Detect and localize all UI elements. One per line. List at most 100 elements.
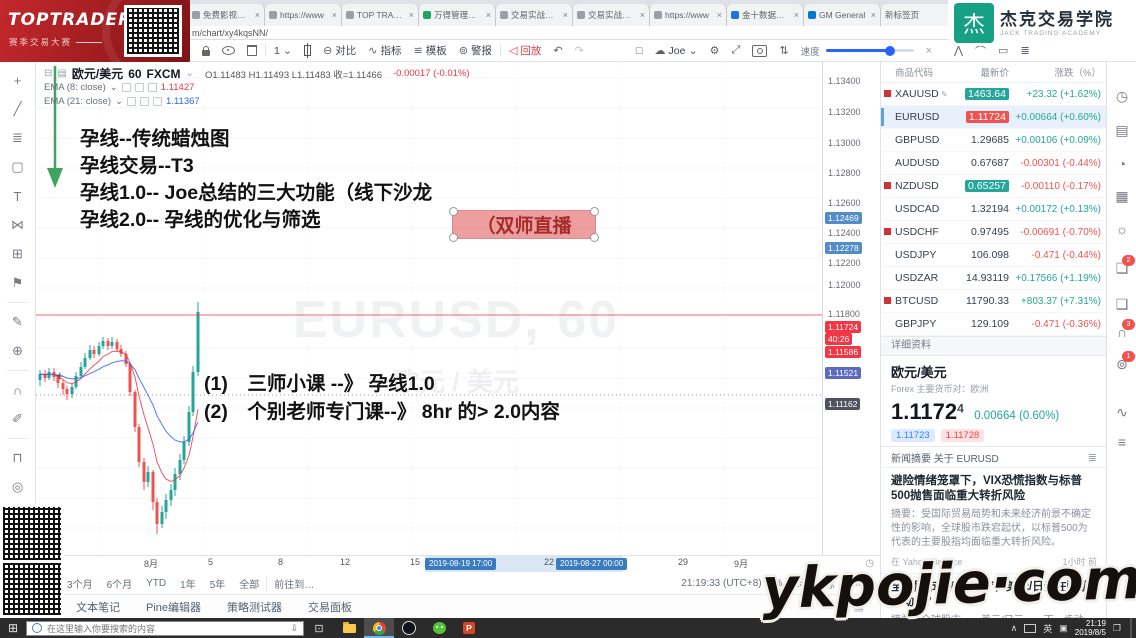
tool-lock-open[interactable]: ⊓ <box>6 448 30 468</box>
chart-line-icon[interactable]: ∿ <box>1107 404 1136 421</box>
ema-close-icon[interactable] <box>148 83 157 92</box>
tool-text[interactable]: T <box>6 186 30 206</box>
tab-close-icon[interactable]: × <box>486 10 491 20</box>
replay-speed-control[interactable]: 速度× <box>801 44 932 58</box>
watchlist-row[interactable]: NZDUSD0.65257-0.00110 (-0.17%) <box>881 175 1107 198</box>
notification-center-icon[interactable]: ❒ <box>1113 623 1121 634</box>
speed-slider[interactable] <box>826 49 914 52</box>
watchlist-row[interactable]: USDZAR14.93119+0.17566 (+1.19%) <box>881 267 1107 290</box>
ema8-legend[interactable]: EMA (8: close) ⌄ 1.11427 <box>44 82 194 93</box>
chart-style-button[interactable] <box>298 41 317 61</box>
indicators-button[interactable]: ∿指标 <box>362 41 407 61</box>
tab-close-icon[interactable]: × <box>871 10 876 20</box>
ideas-icon[interactable]: ☼ <box>1107 221 1136 237</box>
interval-value[interactable]: 60 <box>128 67 141 81</box>
range-button[interactable]: YTD <box>139 578 173 589</box>
watchlist-row[interactable]: GBPJPY129.109-0.471 (-0.36%) <box>881 313 1107 336</box>
ema-eye-icon[interactable] <box>127 97 136 106</box>
tab-close-icon[interactable]: × <box>640 10 645 20</box>
tool-hide[interactable]: ◎ <box>6 477 30 497</box>
wechat-button[interactable] <box>424 618 454 638</box>
chrome-button[interactable] <box>364 618 394 638</box>
watchlist-row[interactable]: BTCUSD11790.33+803.37 (+7.31%) <box>881 290 1107 313</box>
tool-crosshair[interactable]: + <box>6 70 30 90</box>
browser-tab[interactable]: https://www× <box>265 4 342 26</box>
task-view-button[interactable]: ⊡ <box>304 618 334 638</box>
time-axis[interactable]: 2019-08-19 17:00 2019-08-27 00:00 ◷ 8月58… <box>36 555 880 573</box>
ema-close-icon[interactable] <box>153 97 162 106</box>
economic-calendar-icon[interactable]: ▦ <box>1107 188 1136 205</box>
chart-annotation-text[interactable]: 孕线--传统蜡烛图孕线交易--T3孕线1.0-- Joe总结的三大功能（线下沙龙… <box>80 126 432 234</box>
show-desktop-button[interactable] <box>1130 618 1132 638</box>
snapshot-button[interactable] <box>746 41 773 61</box>
browser-tab[interactable]: 交易实战解析× <box>496 4 573 26</box>
ema-settings-icon[interactable] <box>135 83 144 92</box>
undo-button[interactable]: ↶ <box>547 41 568 61</box>
browser-tab[interactable]: 新标签页 <box>881 4 958 26</box>
panel-tab-策略测试器[interactable]: 策略测试器 <box>227 599 282 615</box>
goto-date-button[interactable]: 前往到… <box>266 576 321 591</box>
browser-tab[interactable]: GM General× <box>804 4 881 26</box>
watchlist-row[interactable]: USDCHF0.97495-0.00691 (-0.70%) <box>881 221 1107 244</box>
tab-close-icon[interactable]: × <box>717 10 722 20</box>
tool-magnet[interactable]: ∩ <box>6 380 30 400</box>
notifications-icon[interactable]: ⊚1 <box>1107 356 1136 373</box>
range-start-label[interactable]: 2019-08-19 17:00 <box>425 558 496 570</box>
chevron-down-icon[interactable]: ⌄ <box>115 96 123 107</box>
range-button[interactable]: 3个月 <box>60 576 100 591</box>
range-end-label[interactable]: 2019-08-27 00:00 <box>556 558 627 570</box>
chat-icon[interactable]: ❏2 <box>1107 260 1136 277</box>
tool-xabcd-pattern[interactable]: ⋈ <box>6 215 30 235</box>
tab-close-icon[interactable]: × <box>255 10 260 20</box>
taskbar-clock[interactable]: 21:19 2019/8/5 <box>1075 619 1106 637</box>
watchlist-row[interactable]: USDJPY106.098-0.471 (-0.44%) <box>881 244 1107 267</box>
speed-slider-knob[interactable] <box>885 46 895 56</box>
news-section-header[interactable]: 新闻摘要 关于 EURUSD ≣ <box>881 446 1107 468</box>
file-explorer-button[interactable] <box>334 618 364 638</box>
browser-tab[interactable]: 免费影视图库× <box>188 4 265 26</box>
tool-shapes[interactable]: ▢ <box>6 157 30 177</box>
powerpoint-button[interactable]: P <box>454 618 484 638</box>
compare-button[interactable]: ⊖对比 <box>317 41 362 61</box>
layout-button[interactable]: □ <box>630 41 649 61</box>
comments-icon[interactable]: ❑ <box>1107 296 1136 313</box>
range-button[interactable]: 5年 <box>203 576 233 591</box>
panel-tab-文本笔记[interactable]: 文本笔记 <box>76 599 120 615</box>
tool-prediction[interactable]: ⊞ <box>6 244 30 264</box>
chevron-down-icon[interactable]: ⌄ <box>186 68 194 79</box>
news-list-icon[interactable]: ▤ <box>1107 122 1136 139</box>
start-button[interactable]: ⊞ <box>0 621 26 635</box>
highlighted-annotation[interactable]: （双师直播 <box>452 210 596 239</box>
price-axis[interactable]: 1.134001.132001.130001.128001.126001.124… <box>822 62 881 555</box>
ema-settings-icon[interactable] <box>140 97 149 106</box>
edit-pencil-icon[interactable]: ✎ <box>939 90 948 99</box>
watchlist-row[interactable]: AUDUSD0.67687-0.00301 (-0.44%) <box>881 152 1107 175</box>
selection-handle[interactable] <box>449 207 458 216</box>
hide-drawings-button[interactable] <box>216 41 241 61</box>
watchlist-row[interactable]: EURUSD1.11724+0.00664 (+0.60%) <box>881 106 1107 129</box>
taskbar-search-box[interactable]: 在这里输入你要搜索的内容 ⇩ <box>26 621 304 636</box>
menu-icon[interactable]: ≡ <box>1107 434 1136 450</box>
keyboard-icon[interactable]: ▣ <box>1059 623 1068 634</box>
lock-drawings-button[interactable] <box>196 41 216 61</box>
ema21-legend[interactable]: EMA (21: close) ⌄ 1.11367 <box>44 96 200 107</box>
replay-button[interactable]: ◁回放 <box>503 41 547 61</box>
tray-chevron-icon[interactable]: ∧ <box>1011 623 1018 634</box>
watchlist-row[interactable]: XAUUSD ✎1463.64+23.32 (+1.62%) <box>881 83 1107 106</box>
selection-handle[interactable] <box>590 207 599 216</box>
obs-button[interactable] <box>394 618 424 638</box>
interval-select[interactable]: 1⌄ <box>268 41 298 61</box>
alarm-clock-icon[interactable]: ◷ <box>1107 88 1136 105</box>
chart-notes-text[interactable]: (1) 三师小课 --》 孕线1.0(2) 个别老师专门课--》 8hr 的> … <box>204 370 560 426</box>
symbol-name[interactable]: 欧元/美元 <box>72 65 123 82</box>
redo-button[interactable]: ↷ <box>569 41 590 61</box>
details-section-header[interactable]: 详细资料 <box>881 336 1107 356</box>
watchlist-row[interactable]: GBPUSD1.29685+0.00106 (+0.09%) <box>881 129 1107 152</box>
watchlist-row[interactable]: USDCAD1.32194+0.00172 (+0.13%) <box>881 198 1107 221</box>
tool-edit[interactable]: ✐ <box>6 409 30 429</box>
selection-handle[interactable] <box>449 233 458 242</box>
properties-button[interactable]: ⇅ <box>773 41 794 61</box>
selection-handle[interactable] <box>590 233 599 242</box>
remove-drawings-button[interactable] <box>241 41 263 61</box>
templates-button[interactable]: ≌模板 <box>408 41 453 61</box>
